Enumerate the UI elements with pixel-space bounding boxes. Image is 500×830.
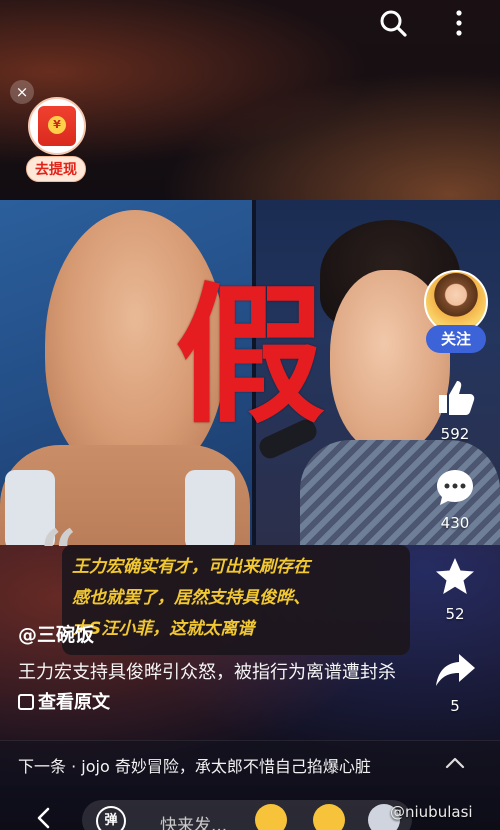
coin-icon: ¥: [48, 116, 66, 134]
withdraw-button[interactable]: 去提现: [26, 156, 86, 182]
emoji-laugh-icon[interactable]: [255, 804, 287, 830]
quote-card: 王力宏确实有才，可出来刷存在 感也就罢了，居然支持具俊晔、 大S汪小菲，这就太离…: [62, 545, 410, 655]
like-count: 592: [440, 425, 470, 443]
back-icon[interactable]: [34, 806, 54, 830]
comment-icon[interactable]: [433, 465, 477, 509]
danmu-toggle-icon[interactable]: 弹: [96, 806, 126, 830]
comment-input[interactable]: [82, 800, 412, 830]
view-original-label: 查看原文: [38, 692, 110, 713]
search-icon[interactable]: [378, 8, 408, 38]
person-left-strap: [185, 470, 235, 545]
follow-button[interactable]: 关注: [426, 325, 486, 353]
favorite-count: 52: [445, 605, 465, 623]
post-description: 王力宏支持具俊晔引众怒，被指行为离谱遭封杀 查看原文: [18, 658, 418, 718]
more-options-icon[interactable]: [449, 8, 469, 38]
emoji-cry-laugh-icon[interactable]: [313, 804, 345, 830]
share-count: 5: [450, 697, 460, 715]
quote-line: 大S汪小菲，这就太离谱: [72, 619, 255, 639]
like-icon[interactable]: [433, 375, 477, 419]
watermark: @niubulasi: [390, 803, 473, 821]
next-video-text: 下一条 · jojo 奇妙冒险，承太郎不惜自己掐爆心脏: [18, 757, 371, 776]
comment-input-placeholder: 快来发...: [160, 816, 228, 830]
comment-count: 430: [440, 514, 470, 532]
description-text: 王力宏支持具俊晔引众怒，被指行为离谱遭封杀: [18, 662, 396, 683]
author-name[interactable]: @三碗饭: [18, 620, 94, 647]
next-video-bar[interactable]: 下一条 · jojo 奇妙冒险，承太郎不惜自己掐爆心脏: [0, 740, 500, 786]
view-original-link[interactable]: 查看原文: [18, 692, 110, 713]
overlay-character: 假: [174, 270, 325, 444]
quote-line: 王力宏确实有才，可出来刷存在: [72, 557, 310, 577]
chevron-up-icon[interactable]: [444, 754, 466, 772]
quote-line: 感也就罢了，居然支持具俊晔、: [72, 588, 310, 608]
link-icon: [18, 694, 34, 710]
share-icon[interactable]: [433, 648, 477, 692]
quote-mark-icon: “: [40, 516, 77, 591]
close-icon[interactable]: ×: [10, 80, 34, 104]
star-icon[interactable]: [433, 555, 477, 599]
